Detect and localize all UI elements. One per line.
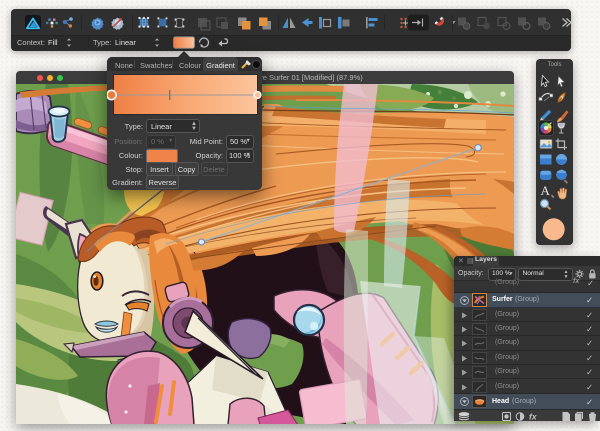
svg-text:Context:: Context: — [17, 38, 45, 47]
svg-text:Fill: Fill — [48, 38, 58, 47]
svg-text:A: A — [541, 183, 551, 198]
svg-text:Type:: Type: — [93, 38, 111, 47]
svg-text:Linear: Linear — [115, 38, 136, 47]
svg-text:fx: fx — [529, 412, 538, 421]
